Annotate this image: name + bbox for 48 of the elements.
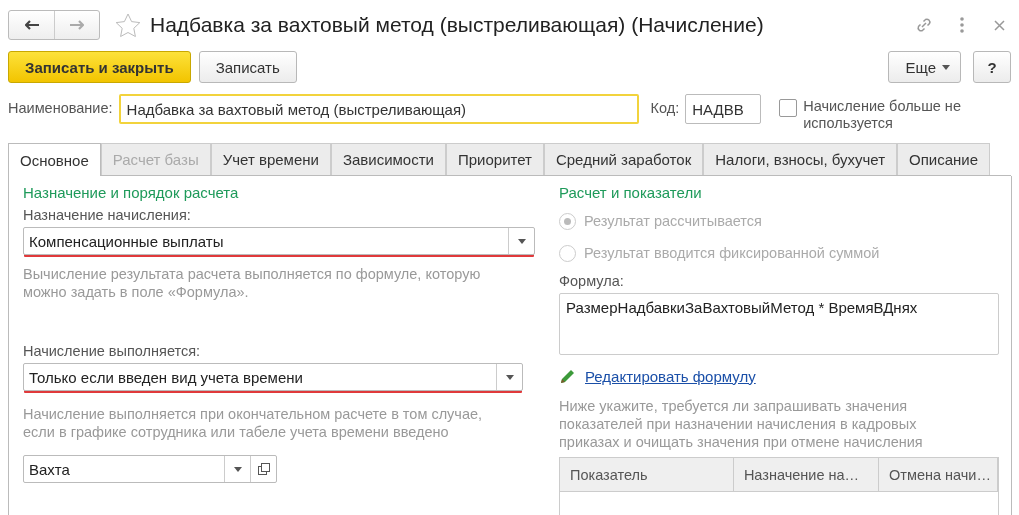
edit-formula-link[interactable]: Редактировать формулу — [585, 367, 756, 385]
radio-label: Результат вводится фиксированной суммой — [584, 245, 880, 261]
star-icon[interactable] — [114, 11, 142, 39]
tab[interactable]: Приоритет — [445, 143, 544, 175]
back-arrow-icon — [24, 20, 39, 30]
field-label: Наименование: — [8, 100, 113, 116]
window-title: Надбавка за вахтовый метод (выстреливающая) (Начисление) — [150, 13, 764, 37]
pencil-icon — [559, 367, 577, 385]
radio-label: Результат рассчитывается — [584, 213, 762, 229]
name-field[interactable]: Надбавка за вахтовый метод (выстреливающая) — [118, 94, 639, 124]
column-header[interactable]: Отмена начи… — [879, 458, 998, 491]
save-button[interactable]: Записать — [198, 51, 297, 83]
tab[interactable]: Налоги, взносы, бухучет — [703, 143, 898, 175]
section-title: Расчет и показатели — [559, 184, 703, 201]
field-label: Код: — [650, 100, 680, 116]
tab[interactable]: Основное — [8, 143, 101, 176]
close-icon[interactable] — [994, 19, 1005, 31]
tab[interactable]: Описание — [897, 143, 991, 175]
tab[interactable]: Средний заработок — [543, 143, 704, 175]
checkbox-label: Начисление больше не используется — [803, 98, 962, 132]
dropdown-arrow-icon — [517, 238, 526, 244]
dropdown-arrow-icon — [942, 64, 950, 70]
forward-arrow-icon — [70, 20, 84, 30]
hint-text: Начисление выполняется при окончательном расчете в том случае, если в графике сотрудника или табеле учета времени введено — [23, 405, 484, 441]
section-title: Назначение и порядок расчета — [23, 184, 240, 201]
field-label: Назначение начисления: — [23, 207, 192, 223]
dropdown-field[interactable]: Только если введен вид учета времени — [23, 363, 523, 391]
dropdown-field[interactable]: Компенсационные выплаты — [23, 227, 535, 255]
formula-field[interactable]: РазмерНадбавкиЗаВахтовыйМетод * ВремяВДнях — [559, 293, 999, 355]
help-button[interactable]: ? — [973, 51, 1011, 83]
hint-text: Ниже укажите, требуется ли запрашивать значения показателей при назначении начисления в кадровых приказах и очищать значения при отмене начисления — [559, 397, 924, 451]
save-and-close-button[interactable]: Записать и закрыть — [8, 51, 191, 83]
dropdown-arrow-icon — [233, 466, 242, 472]
dropdown-field[interactable]: Вахта — [23, 455, 277, 483]
more-icon[interactable] — [960, 17, 964, 33]
code-field[interactable]: НАДВВ — [685, 94, 762, 124]
open-icon[interactable] — [257, 463, 270, 475]
column-header[interactable]: Назначение на… — [733, 458, 879, 491]
field-label: Формула: — [559, 273, 625, 289]
more-button[interactable]: Еще — [888, 51, 961, 83]
link-icon[interactable] — [914, 15, 934, 35]
column-header[interactable]: Показатель — [560, 458, 734, 491]
dropdown-arrow-icon — [505, 374, 514, 380]
checkbox[interactable] — [779, 99, 798, 117]
field-label: Начисление выполняется: — [23, 343, 202, 359]
tab[interactable]: Учет времени — [210, 143, 331, 175]
tab[interactable]: Зависимости — [330, 143, 446, 175]
hint-text: Вычисление результата расчета выполняется по формуле, которую можно задать в поле «Формула». — [23, 265, 482, 301]
